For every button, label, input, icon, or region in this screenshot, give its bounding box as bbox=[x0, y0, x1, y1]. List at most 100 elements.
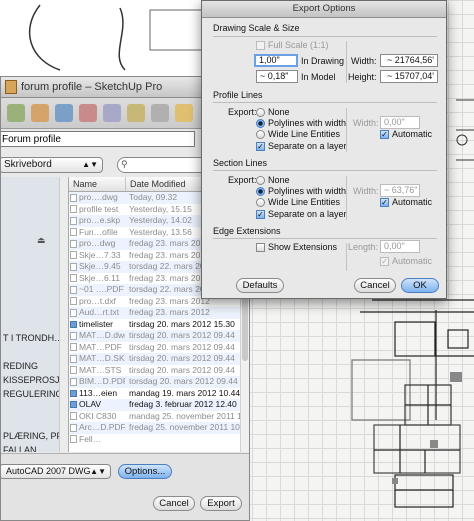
full-scale-label: Full Scale (1:1) bbox=[268, 40, 329, 50]
file-name: timelister bbox=[79, 318, 114, 329]
in-model-field[interactable]: ~ 0,18" bbox=[256, 70, 298, 83]
file-date: mandag 25. november 2011 16.20 bbox=[129, 410, 250, 421]
profile-wide-radio[interactable] bbox=[256, 130, 265, 139]
file-row[interactable]: MAT…PDF tirsdag 20. mars 2012 09.44 bbox=[69, 342, 249, 354]
move-tool-icon[interactable] bbox=[151, 104, 169, 122]
circle-tool-icon[interactable] bbox=[127, 104, 145, 122]
sidebar-item[interactable]: FALLAN bbox=[1, 443, 68, 452]
sidebar-item[interactable] bbox=[1, 303, 68, 317]
profile-automatic-checkbox[interactable]: ✓ bbox=[380, 130, 389, 139]
file-name: pro….dwg bbox=[79, 192, 118, 202]
section-lines-heading: Section Lines bbox=[213, 158, 268, 168]
file-icon bbox=[70, 297, 77, 306]
file-date: tirsdag 20. mars 2012 15.30 bbox=[129, 318, 235, 329]
sidebar-item[interactable] bbox=[1, 289, 68, 303]
edge-length-label: Length: bbox=[348, 242, 379, 252]
vertical-divider bbox=[346, 41, 347, 83]
in-drawing-field[interactable]: 1,00" bbox=[254, 54, 298, 67]
sidebar-item[interactable]: REGULERING bbox=[1, 387, 68, 401]
section-automatic-checkbox[interactable]: ✓ bbox=[380, 198, 389, 207]
sidebar-item[interactable]: PLÆRING, PP… bbox=[1, 429, 68, 443]
vertical-divider bbox=[346, 108, 347, 152]
sidebar-scrollbar[interactable] bbox=[59, 177, 68, 452]
scale-width-field[interactable]: ~ 21764,56' bbox=[380, 54, 438, 67]
file-name: Skje…9.45 bbox=[79, 261, 121, 271]
in-model-label: In Model bbox=[301, 72, 336, 82]
eject-icon[interactable]: ⏏ bbox=[37, 235, 46, 246]
defaults-button[interactable]: Defaults bbox=[236, 278, 284, 293]
profile-width-field[interactable]: 0,00" bbox=[380, 116, 420, 129]
sidebar-item[interactable] bbox=[1, 261, 68, 275]
edge-automatic-label: Automatic bbox=[392, 256, 433, 266]
sidebar-item[interactable]: T I TRONDH… bbox=[1, 331, 68, 345]
eraser-tool-icon[interactable] bbox=[31, 104, 49, 122]
save-as-field[interactable] bbox=[1, 131, 195, 147]
file-row[interactable]: Fell… bbox=[69, 434, 249, 446]
sidebar-item[interactable] bbox=[1, 401, 68, 415]
edge-automatic-checkbox[interactable]: ✓ bbox=[380, 257, 389, 266]
file-row[interactable]: Arc…D.PDF fredag 25. november 2011 10.29 bbox=[69, 422, 249, 434]
show-extensions-checkbox[interactable] bbox=[256, 243, 265, 252]
file-row[interactable]: Aud…rt.txt fredag 23. mars 2012 bbox=[69, 307, 249, 319]
file-row[interactable]: BIM…D.PDF torsdag 20. mars 2012 09.44 bbox=[69, 376, 249, 388]
section-separate-checkbox[interactable]: ✓ bbox=[256, 210, 265, 219]
sidebar-item[interactable]: KISSEPROSJEKT bbox=[1, 373, 68, 387]
scale-height-field[interactable]: ~ 15707,04' bbox=[380, 70, 438, 83]
section-none-radio[interactable] bbox=[256, 176, 265, 185]
section-polylines-label: Polylines with width bbox=[268, 186, 347, 196]
section-wide-radio[interactable] bbox=[256, 198, 265, 207]
sidebar-item[interactable] bbox=[1, 317, 68, 331]
options-button[interactable]: Options... bbox=[118, 464, 172, 479]
file-name-cell: MAT…PDF bbox=[69, 342, 125, 354]
file-name: MAT…STS bbox=[79, 364, 122, 375]
sidebar-item[interactable] bbox=[1, 219, 68, 233]
sidebar-item[interactable] bbox=[1, 233, 68, 247]
section-polylines-radio[interactable] bbox=[256, 187, 265, 196]
file-row[interactable]: OKI C830 mandag 25. november 2011 16.20 bbox=[69, 410, 250, 423]
file-row[interactable]: timelister tirsdag 20. mars 2012 15.30 bbox=[69, 318, 249, 331]
edge-length-field[interactable]: 0,00" bbox=[380, 240, 420, 253]
file-icon bbox=[70, 366, 77, 375]
file-icon bbox=[70, 308, 77, 317]
profile-polylines-radio[interactable] bbox=[256, 119, 265, 128]
push-pull-tool-icon[interactable] bbox=[175, 104, 193, 122]
select-tool-icon[interactable] bbox=[7, 104, 25, 122]
line-tool-icon[interactable] bbox=[79, 104, 97, 122]
location-popup[interactable]: Skrivebord ▲▼ bbox=[1, 157, 103, 173]
file-row[interactable]: MAT…D.SKP tirsdag 20. mars 2012 09.44 bbox=[69, 353, 249, 365]
sidebar-item[interactable] bbox=[1, 177, 68, 191]
cancel-button[interactable]: Cancel bbox=[153, 496, 195, 511]
profile-separate-checkbox[interactable]: ✓ bbox=[256, 142, 265, 151]
sidebar-item[interactable] bbox=[1, 191, 68, 205]
sidebar-item[interactable]: REDING bbox=[1, 359, 68, 373]
file-name: MAT…D.dwg bbox=[79, 330, 125, 340]
file-date bbox=[125, 434, 249, 446]
export-options-title[interactable]: Export Options bbox=[202, 1, 446, 18]
section-wide-label: Wide Line Entities bbox=[268, 197, 341, 207]
file-date: fredag 3. februar 2012 12.40 bbox=[129, 399, 237, 409]
full-scale-checkbox[interactable] bbox=[256, 41, 265, 50]
file-row[interactable]: OLAV fredag 3. februar 2012 12.40 bbox=[69, 399, 249, 411]
export-button[interactable]: Export bbox=[200, 496, 242, 511]
file-row[interactable]: MAT…D.dwg tirsdag 20. mars 2012 09.44 bbox=[69, 330, 249, 342]
file-row[interactable]: MAT…STS tirsdag 20. mars 2012 09.44 bbox=[69, 364, 249, 377]
section-export-label: Export: bbox=[228, 175, 257, 185]
file-row[interactable]: 113…eien mandag 19. mars 2012 10.44 bbox=[69, 388, 249, 400]
divider bbox=[213, 36, 437, 37]
profile-width-label: Width: bbox=[353, 118, 379, 128]
format-popup[interactable]: AutoCAD 2007 DWG ▲▼ bbox=[1, 464, 111, 479]
column-header-name[interactable]: Name bbox=[69, 177, 126, 191]
sidebar-item[interactable] bbox=[1, 275, 68, 289]
edge-extensions-heading: Edge Extensions bbox=[213, 226, 281, 236]
rectangle-tool-icon[interactable] bbox=[103, 104, 121, 122]
profile-none-radio[interactable] bbox=[256, 108, 265, 117]
ok-button[interactable]: OK bbox=[401, 278, 439, 293]
sidebar-item[interactable] bbox=[1, 415, 68, 429]
sidebar-item[interactable] bbox=[1, 205, 68, 219]
sidebar-item[interactable] bbox=[1, 247, 68, 261]
sidebar-item[interactable] bbox=[1, 345, 68, 359]
cancel-button[interactable]: Cancel bbox=[354, 278, 396, 293]
file-name-cell: ~01 ….PDF bbox=[69, 284, 125, 296]
paint-tool-icon[interactable] bbox=[55, 104, 73, 122]
section-width-field[interactable]: ~ 63,76" bbox=[380, 184, 420, 197]
